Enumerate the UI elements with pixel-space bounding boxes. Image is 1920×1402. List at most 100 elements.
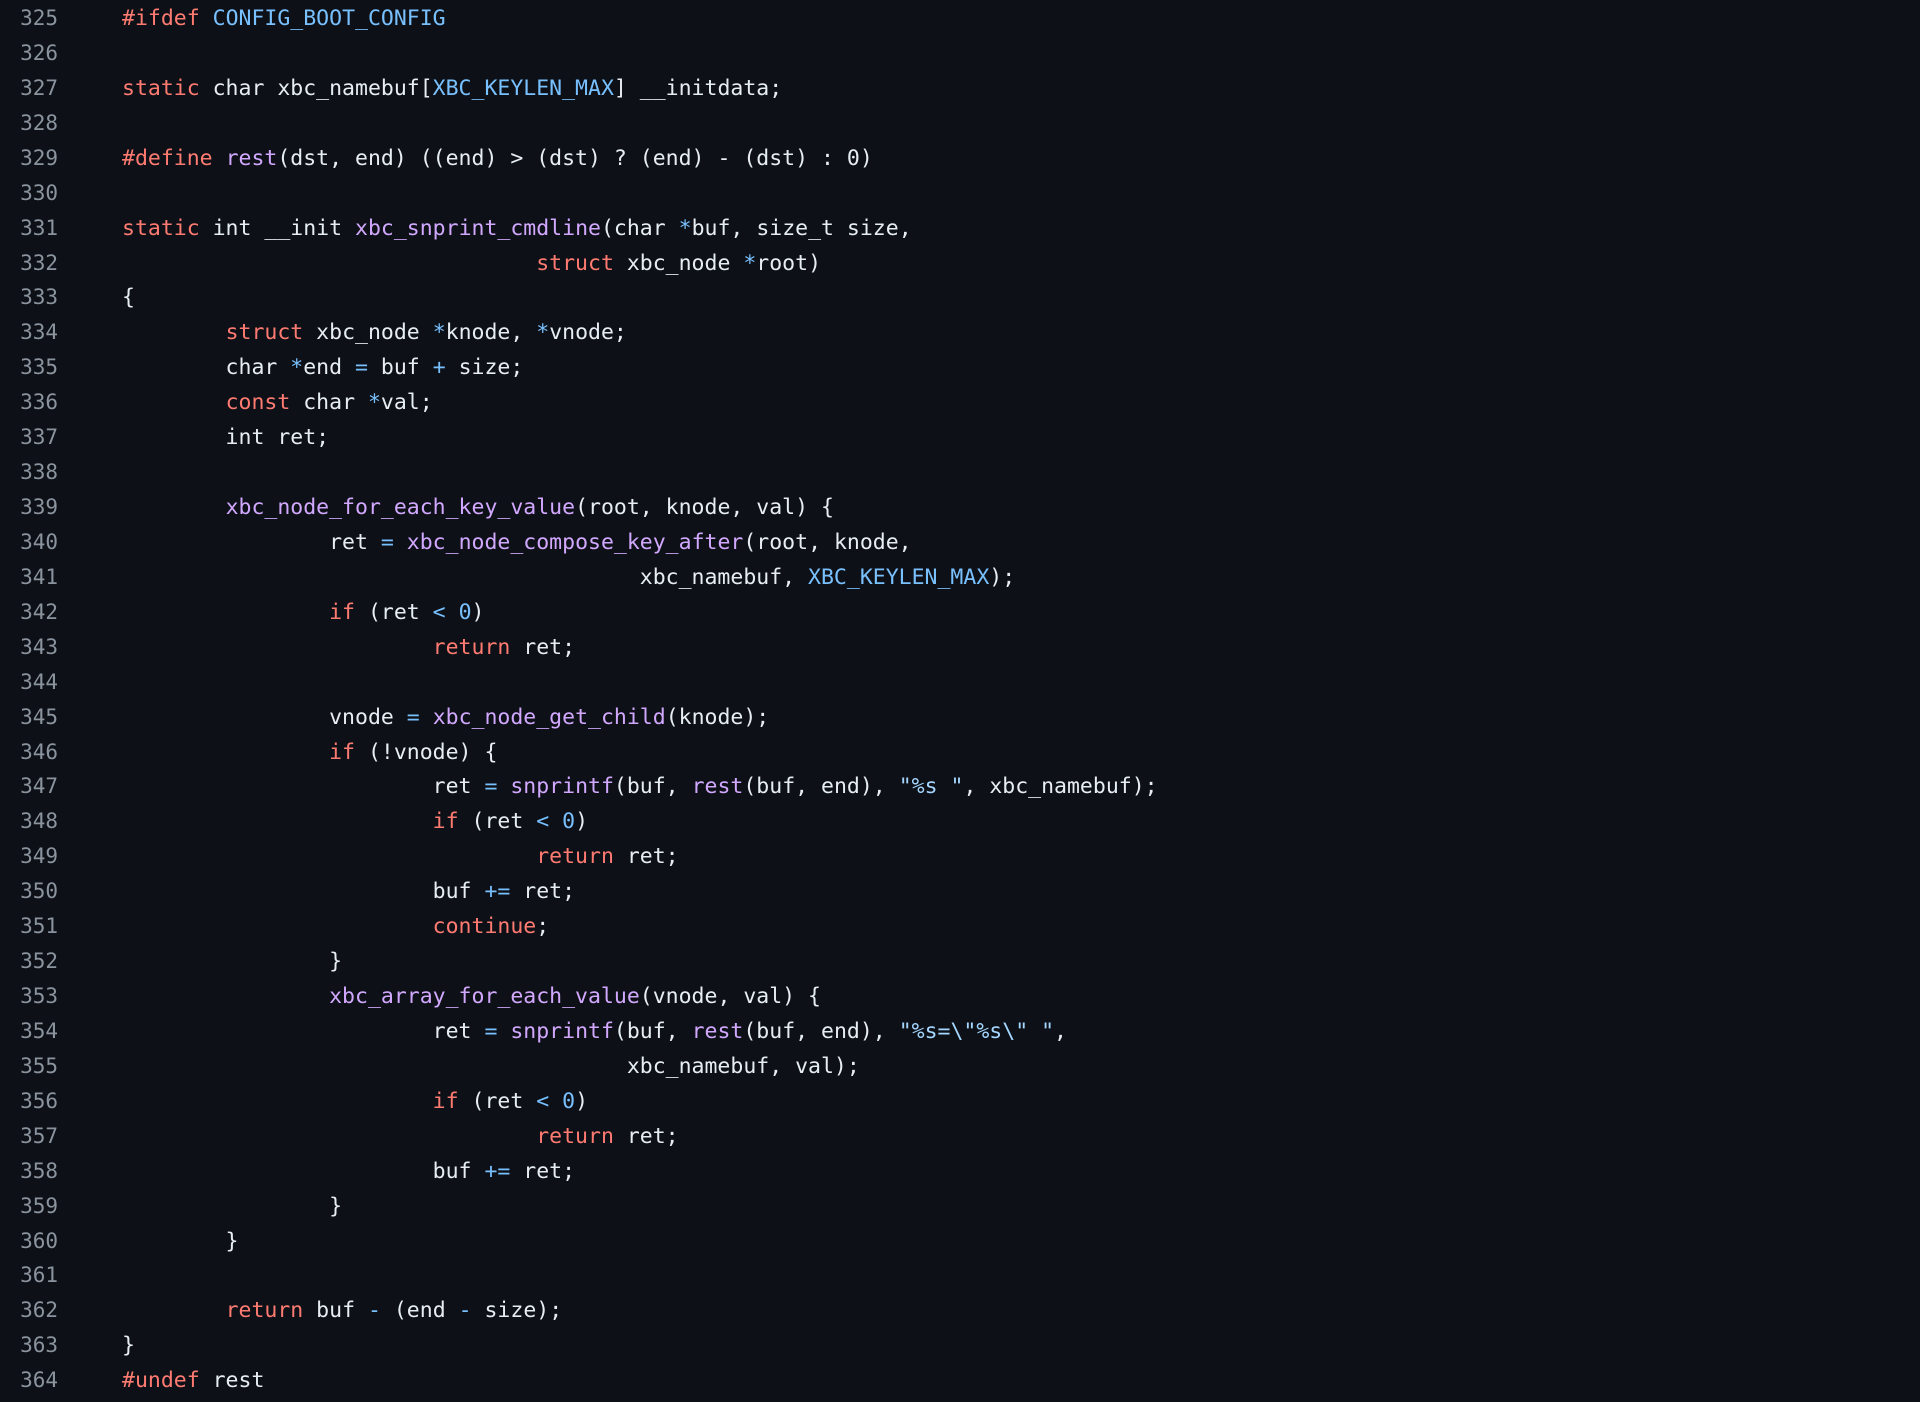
line-number[interactable]: 357 — [0, 1119, 58, 1154]
line-number[interactable]: 327 — [0, 71, 58, 106]
code-line: 358 buf += ret; — [0, 1154, 1920, 1189]
code-text: ret = snprintf(buf, rest(buf, end), "%s=… — [122, 1014, 1067, 1049]
code-text: } — [122, 1328, 135, 1363]
code-token: const — [225, 390, 291, 416]
code-token: xbc_node_compose_key_after — [406, 529, 744, 555]
line-number[interactable]: 345 — [0, 700, 58, 735]
code-token: continue — [432, 914, 537, 940]
line-number[interactable]: 329 — [0, 141, 58, 176]
line-number[interactable]: 334 — [0, 315, 58, 350]
code-token: int ret; — [122, 425, 330, 451]
line-number[interactable]: 361 — [0, 1258, 58, 1293]
line-number[interactable]: 330 — [0, 176, 58, 211]
code-token: rest — [691, 774, 744, 800]
code-token: (ret — [458, 1088, 537, 1114]
line-number[interactable]: 348 — [0, 804, 58, 839]
line-number[interactable]: 341 — [0, 560, 58, 595]
code-line: 352 } — [0, 944, 1920, 979]
code-token: struct — [536, 250, 614, 276]
code-token: size; — [445, 355, 524, 381]
code-text: return ret; — [122, 839, 678, 874]
code-token: xbc_snprint_cmdline — [355, 215, 601, 241]
line-number[interactable]: 326 — [0, 36, 58, 71]
code-token: ret; — [613, 1123, 679, 1149]
code-token: return — [536, 1123, 614, 1149]
code-token: (ret — [355, 599, 433, 625]
line-number[interactable]: 344 — [0, 665, 58, 700]
line-number[interactable]: 359 — [0, 1189, 58, 1224]
line-number[interactable]: 325 — [0, 1, 58, 36]
code-text: { — [122, 280, 135, 315]
code-text: } — [122, 944, 342, 979]
line-number[interactable]: 352 — [0, 944, 58, 979]
line-number[interactable]: 343 — [0, 630, 58, 665]
code-token: 0 — [458, 599, 472, 625]
code-text: return ret; — [122, 1119, 679, 1154]
code-token: #ifdef — [122, 6, 200, 31]
code-token: val; — [380, 390, 433, 416]
line-number[interactable]: 362 — [0, 1293, 58, 1328]
code-text: return buf - (end - size); — [122, 1293, 563, 1328]
code-token: snprintf — [510, 774, 614, 800]
line-number[interactable]: 360 — [0, 1224, 58, 1259]
line-number[interactable]: 338 — [0, 455, 58, 490]
code-token: xbc_namebuf, val); — [122, 1053, 860, 1079]
line-number[interactable]: 350 — [0, 874, 58, 909]
line-number[interactable]: 339 — [0, 490, 58, 525]
line-number[interactable]: 358 — [0, 1154, 58, 1189]
code-token: < — [432, 599, 446, 625]
code-token: (!vnode) { — [355, 739, 498, 765]
code-view: 325 #ifdef CONFIG_BOOT_CONFIG 326 327 static… — [0, 0, 1920, 1402]
code-line: 360 } — [0, 1224, 1920, 1259]
code-token: (char — [600, 215, 679, 241]
line-number[interactable]: 351 — [0, 909, 58, 944]
line-number[interactable]: 332 — [0, 246, 58, 281]
code-line: 350 buf += ret; — [0, 874, 1920, 909]
code-token: = — [484, 774, 498, 800]
line-number[interactable]: 335 — [0, 350, 58, 385]
code-line: 344 — [0, 665, 1920, 700]
code-token: if — [432, 809, 459, 835]
code-text: if (ret < 0) — [122, 1084, 588, 1119]
code-text: ret = xbc_node_compose_key_after(root, k… — [122, 525, 912, 560]
code-line: 335 char *end = buf + size; — [0, 350, 1920, 385]
line-number[interactable]: 363 — [0, 1328, 58, 1363]
line-number[interactable]: 336 — [0, 385, 58, 420]
code-token: < — [536, 809, 550, 835]
code-token: , — [1054, 1018, 1067, 1044]
line-number[interactable]: 356 — [0, 1084, 58, 1119]
code-text: char *end = buf + size; — [122, 350, 524, 385]
line-number[interactable]: 354 — [0, 1014, 58, 1049]
line-number[interactable]: 340 — [0, 525, 58, 560]
code-token: ) — [575, 1088, 589, 1114]
line-number[interactable]: 331 — [0, 211, 58, 246]
code-text: ret = snprintf(buf, rest(buf, end), "%s … — [122, 769, 1158, 804]
line-number[interactable]: 346 — [0, 735, 58, 770]
code-line: 363} — [0, 1328, 1920, 1363]
code-line: 357 return ret; — [0, 1119, 1920, 1154]
code-token: knode, — [445, 320, 537, 346]
code-line: 336 const char *val; — [0, 385, 1920, 420]
code-line: 337 int ret; — [0, 420, 1920, 455]
line-number[interactable]: 355 — [0, 1049, 58, 1084]
line-number[interactable]: 349 — [0, 839, 58, 874]
code-token: (ret — [458, 809, 537, 835]
line-number[interactable]: 328 — [0, 106, 58, 141]
line-number[interactable]: 347 — [0, 769, 58, 804]
code-token: char — [122, 355, 291, 381]
line-number[interactable]: 364 — [0, 1363, 58, 1398]
code-text: xbc_array_for_each_value(vnode, val) { — [122, 979, 821, 1014]
line-number[interactable]: 333 — [0, 280, 58, 315]
line-number[interactable]: 342 — [0, 595, 58, 630]
code-token: * — [432, 320, 446, 346]
code-line: 351 continue; — [0, 909, 1920, 944]
line-number[interactable]: 353 — [0, 979, 58, 1014]
line-number[interactable]: 337 — [0, 420, 58, 455]
